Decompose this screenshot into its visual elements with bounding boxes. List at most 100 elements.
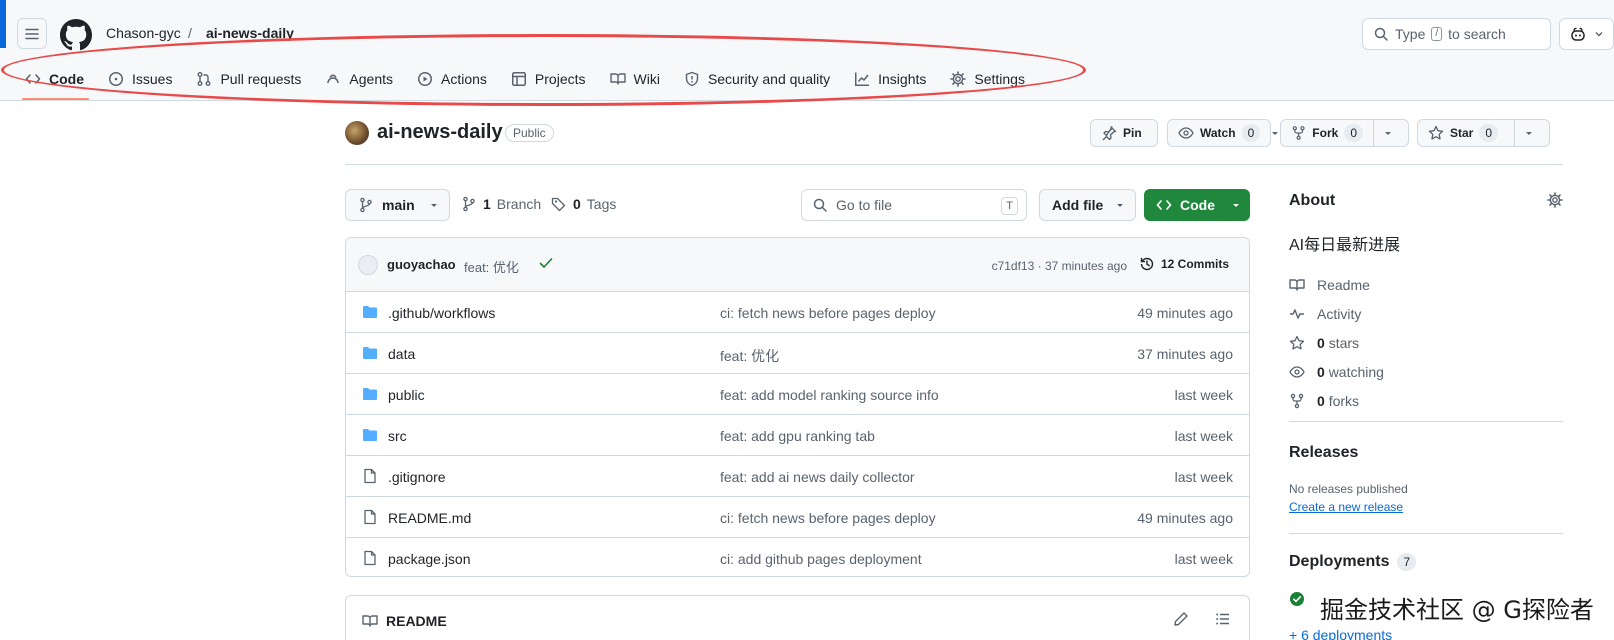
tab-wiki-label: Wiki: [633, 71, 660, 87]
go-to-file-input[interactable]: Go to file T: [801, 189, 1027, 221]
branch-selector[interactable]: main: [345, 189, 450, 221]
commit-author[interactable]: guoyachao: [387, 257, 456, 272]
shield-icon: [685, 71, 699, 87]
folder-icon: [363, 306, 377, 318]
file-commit-message[interactable]: feat: add model ranking source info: [720, 387, 939, 403]
tab-projects[interactable]: Projects: [500, 64, 599, 94]
file-commit-message[interactable]: feat: add ai news daily collector: [720, 469, 915, 485]
activity-link-label: Activity: [1317, 305, 1362, 322]
latest-commit-bar: guoyachao feat: 优化 c71df13 · 37 minutes …: [346, 238, 1249, 292]
star-button[interactable]: Star 0: [1417, 119, 1550, 147]
copilot-icon: [1571, 27, 1585, 41]
readme-tab[interactable]: README: [362, 613, 447, 629]
commit-author-avatar[interactable]: [358, 255, 378, 275]
check-icon[interactable]: [538, 255, 554, 271]
add-file-button[interactable]: Add file: [1039, 189, 1136, 221]
tab-insights[interactable]: Insights: [843, 64, 939, 94]
github-logo-icon[interactable]: [60, 19, 92, 51]
file-name[interactable]: .gitignore: [388, 469, 446, 485]
deployments-title: Deployments: [1289, 553, 1390, 570]
file-commit-message[interactable]: ci: fetch news before pages deploy: [720, 510, 936, 526]
repo-title[interactable]: ai-news-daily: [377, 121, 503, 144]
file-row[interactable]: .gitignore feat: add ai news daily colle…: [346, 456, 1249, 497]
file-commit-message[interactable]: feat: add gpu ranking tab: [720, 428, 875, 444]
readme-link-label: Readme: [1317, 276, 1370, 293]
chevron-down-icon: [1233, 204, 1239, 207]
forks-link[interactable]: 0 forks: [1289, 386, 1384, 415]
tag-count-label: Tags: [586, 196, 617, 212]
divider: [1289, 533, 1563, 534]
code-clone-button[interactable]: Code: [1144, 189, 1250, 221]
commits-history-link[interactable]: 12 Commits: [1139, 256, 1229, 272]
file-name[interactable]: src: [388, 428, 407, 444]
stars-link[interactable]: 0 stars: [1289, 328, 1384, 357]
file-name[interactable]: data: [388, 346, 415, 362]
tag-count: 0: [573, 196, 581, 212]
folder-icon: [363, 347, 377, 359]
file-row[interactable]: .github/workflows ci: fetch news before …: [346, 292, 1249, 333]
commit-message[interactable]: feat: 优化: [464, 257, 519, 276]
chevron-down-icon: [1595, 32, 1603, 37]
breadcrumb-owner[interactable]: Chason-gyc: [106, 25, 181, 41]
gear-icon: [950, 71, 967, 87]
hamburger-menu-button[interactable]: [17, 18, 47, 49]
owner-avatar[interactable]: [345, 121, 369, 145]
file-name[interactable]: package.json: [388, 551, 471, 567]
tags-link[interactable]: 0 Tags: [551, 196, 616, 212]
readme-link[interactable]: Readme: [1289, 270, 1384, 299]
create-release-link[interactable]: Create a new release: [1289, 500, 1403, 514]
more-deployments-link[interactable]: + 6 deployments: [1289, 627, 1392, 640]
file-commit-message[interactable]: ci: add github pages deployment: [720, 551, 922, 567]
watch-label: Watch: [1200, 126, 1236, 140]
tab-security[interactable]: Security and quality: [673, 64, 843, 94]
file-name[interactable]: public: [388, 387, 425, 403]
tab-agents[interactable]: Agents: [314, 64, 406, 94]
tab-settings[interactable]: Settings: [939, 64, 1038, 94]
file-commit-message[interactable]: ci: fetch news before pages deploy: [720, 305, 936, 321]
watching-link[interactable]: 0 watching: [1289, 357, 1384, 386]
tab-issues[interactable]: Issues: [97, 64, 185, 94]
file-name[interactable]: README.md: [388, 510, 471, 526]
file-row[interactable]: src feat: add gpu ranking tab last week: [346, 415, 1249, 456]
deployments-heading[interactable]: Deployments 7: [1289, 553, 1417, 571]
forks-label: forks: [1328, 392, 1360, 409]
star-dropdown[interactable]: [1514, 120, 1543, 146]
watch-count: 0: [1241, 124, 1261, 142]
pin-label: Pin: [1123, 126, 1142, 140]
tab-actions[interactable]: Actions: [406, 64, 500, 94]
breadcrumb-repo[interactable]: ai-news-daily: [206, 25, 294, 41]
stars-count: 0: [1317, 334, 1325, 351]
file-row[interactable]: data feat: 优化 37 minutes ago: [346, 333, 1249, 374]
star-icon: [1289, 335, 1305, 350]
file-row[interactable]: package.json ci: add github pages deploy…: [346, 538, 1249, 576]
deployment-item[interactable]: [1289, 591, 1305, 607]
tab-wiki[interactable]: Wiki: [599, 64, 673, 94]
readme-panel: README: [345, 595, 1250, 640]
play-icon: [418, 72, 432, 86]
file-name[interactable]: .github/workflows: [388, 305, 495, 321]
fork-button[interactable]: Fork 0: [1280, 119, 1409, 147]
file-row[interactable]: public feat: add model ranking source in…: [346, 374, 1249, 415]
tab-pull-requests[interactable]: Pull requests: [185, 64, 314, 94]
file-commit-message[interactable]: feat: 优化: [720, 346, 779, 366]
pencil-icon[interactable]: [1173, 611, 1189, 627]
copilot-button[interactable]: [1559, 18, 1614, 50]
fork-dropdown[interactable]: [1373, 120, 1402, 146]
tab-code[interactable]: Code: [14, 64, 97, 100]
gear-icon[interactable]: [1547, 192, 1563, 208]
activity-link[interactable]: Activity: [1289, 299, 1384, 328]
global-header: Chason-gyc / ai-news-daily Type / to sea…: [0, 0, 1614, 101]
branch-icon: [463, 196, 475, 212]
file-row[interactable]: README.md ci: fetch news before pages de…: [346, 497, 1249, 538]
releases-heading[interactable]: Releases: [1289, 444, 1358, 462]
pulse-icon: [1290, 308, 1304, 319]
list-icon[interactable]: [1215, 611, 1231, 627]
branches-link[interactable]: 1 Branch: [461, 196, 541, 212]
no-releases-text: No releases published: [1289, 482, 1408, 496]
watch-button[interactable]: Watch 0: [1167, 119, 1279, 147]
commit-hash-time[interactable]: c71df13 · 37 minutes ago: [992, 259, 1127, 273]
global-search-input[interactable]: Type / to search: [1362, 18, 1551, 50]
pin-button[interactable]: Pin: [1090, 119, 1158, 147]
chevron-down-icon: [1385, 132, 1391, 135]
file-commit-time: 49 minutes ago: [1137, 510, 1233, 526]
